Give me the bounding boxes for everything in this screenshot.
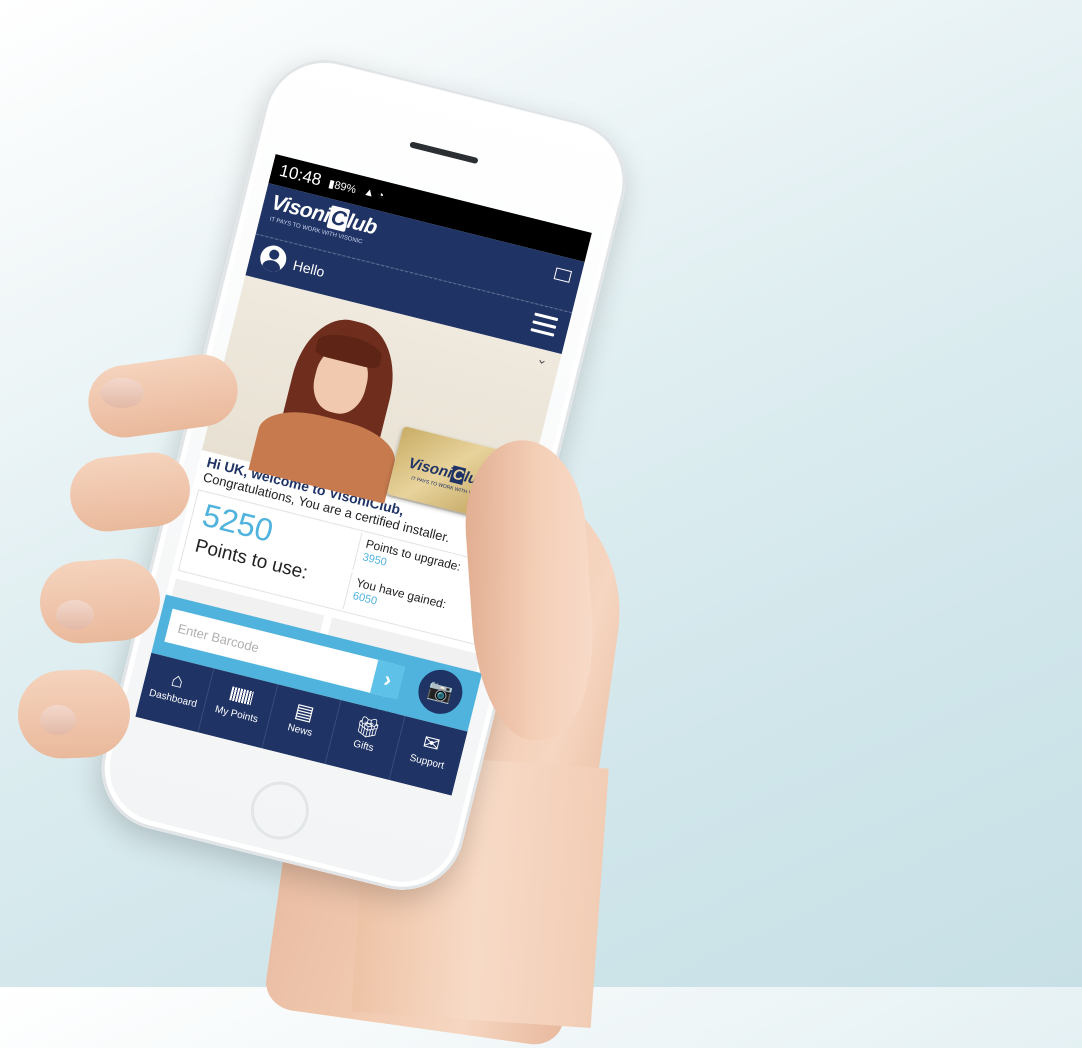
avatar-icon[interactable] (257, 242, 290, 275)
chevron-down-icon[interactable]: ⌄ (535, 351, 549, 369)
fingernail (40, 705, 76, 735)
greeting: Hello (291, 256, 327, 281)
phone-speaker (409, 141, 479, 165)
camera-scan-button[interactable]: 📷 (413, 665, 468, 719)
tab-support[interactable]: ✉ Support (388, 715, 468, 796)
status-time: 10:48 (277, 160, 324, 190)
battery-indicator: ▮89% (327, 177, 358, 196)
notification-icon[interactable] (553, 267, 573, 283)
hamburger-menu-icon[interactable] (529, 312, 559, 341)
signal-icon: ▲ ◔ (362, 185, 386, 203)
fingernail (100, 378, 144, 408)
phone-home-button[interactable] (245, 775, 315, 845)
fingernail (56, 600, 94, 630)
